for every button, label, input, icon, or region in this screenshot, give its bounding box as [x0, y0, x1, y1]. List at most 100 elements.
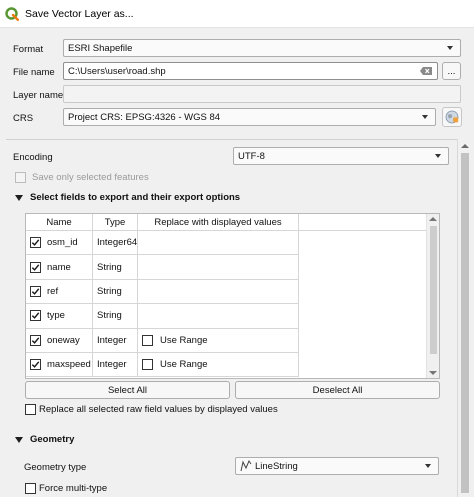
- name-cell[interactable]: oneway: [26, 328, 93, 352]
- field-name: maxspeed: [47, 359, 91, 371]
- replace-cell[interactable]: Use Range: [138, 353, 299, 377]
- field-checkbox[interactable]: [30, 285, 41, 297]
- field-name: osm_id: [47, 237, 78, 249]
- name-cell[interactable]: ref: [26, 279, 93, 304]
- collapse-triangle-icon: [15, 194, 23, 201]
- replace-all-label: Replace all selected raw field values by…: [39, 404, 278, 415]
- field-checkbox[interactable]: [30, 310, 41, 322]
- scroll-up-icon[interactable]: [429, 217, 437, 221]
- geometry-type-label: Geometry type: [24, 462, 87, 473]
- type-cell: Integer: [93, 328, 138, 352]
- geometry-section-title: Geometry: [30, 434, 75, 445]
- replace-cell[interactable]: Use Range: [138, 328, 299, 352]
- deselect-all-label: Deselect All: [312, 384, 363, 396]
- type-cell: String: [93, 304, 138, 328]
- title-bar: Save Vector Layer as...: [0, 0, 474, 28]
- format-value: ESRI Shapefile: [68, 42, 133, 54]
- file-name-label: File name: [13, 67, 55, 78]
- format-label: Format: [13, 44, 44, 55]
- field-name: ref: [47, 285, 59, 297]
- replace-cell[interactable]: [138, 231, 299, 255]
- deselect-all-button[interactable]: Deselect All: [235, 381, 440, 399]
- table-row[interactable]: osm_id Integer64: [26, 231, 299, 256]
- use-range-checkbox[interactable]: [142, 359, 153, 371]
- table-scrollbar[interactable]: [426, 214, 439, 378]
- save-only-selected-checkbox[interactable]: Save only selected features: [15, 172, 149, 183]
- force-multi-type-label: Force multi-type: [39, 483, 108, 494]
- name-cell[interactable]: type: [26, 304, 93, 328]
- field-checkbox[interactable]: [30, 334, 41, 346]
- save-only-selected-label: Save only selected features: [32, 172, 149, 183]
- linestring-icon: [240, 460, 252, 472]
- force-multi-type-checkbox[interactable]: Force multi-type: [25, 483, 107, 494]
- collapse-triangle-icon: [15, 436, 23, 443]
- type-cell: String: [93, 279, 138, 304]
- field-checkbox[interactable]: [30, 359, 41, 371]
- window-title: Save Vector Layer as...: [25, 7, 134, 20]
- crs-value: Project CRS: EPSG:4326 - WGS 84: [68, 111, 221, 123]
- crs-label: CRS: [13, 113, 34, 124]
- table-row[interactable]: type String: [26, 304, 299, 329]
- globe-icon: [445, 110, 459, 124]
- name-cell[interactable]: osm_id: [26, 231, 93, 255]
- use-range-label: Use Range: [160, 359, 208, 371]
- clear-icon[interactable]: [420, 67, 432, 75]
- chevron-down-icon: [422, 115, 428, 119]
- options-scrollbar[interactable]: [457, 139, 471, 497]
- table-row[interactable]: name String: [26, 255, 299, 280]
- replace-all-checkbox[interactable]: Replace all selected raw field values by…: [25, 404, 278, 415]
- use-range-label: Use Range: [160, 334, 208, 346]
- chevron-down-icon: [435, 154, 441, 158]
- browse-button-label: ...: [447, 65, 456, 77]
- type-cell: Integer64: [93, 231, 138, 255]
- column-header-replace[interactable]: Replace with displayed values: [138, 214, 299, 231]
- encoding-value: UTF-8: [238, 150, 265, 162]
- column-header-type[interactable]: Type: [93, 214, 138, 231]
- qgis-logo-icon: [5, 6, 19, 21]
- table-scrollbar-thumb[interactable]: [430, 226, 437, 354]
- scrollbar-thumb[interactable]: [461, 153, 469, 493]
- browse-button[interactable]: ...: [442, 62, 461, 80]
- name-cell[interactable]: name: [26, 255, 93, 279]
- table-row[interactable]: ref String: [26, 279, 299, 305]
- scroll-up-icon[interactable]: [461, 144, 469, 148]
- type-cell: Integer: [93, 353, 138, 377]
- scroll-down-icon[interactable]: [429, 371, 437, 375]
- geometry-section-header[interactable]: Geometry: [15, 434, 74, 445]
- file-name-field[interactable]: C:\Users\user\road.shp: [63, 62, 438, 80]
- table-header: Name Type Replace with displayed values: [26, 214, 439, 231]
- table-row[interactable]: maxspeed Integer Use Range: [26, 353, 299, 378]
- file-name-value: C:\Users\user\road.shp: [68, 65, 166, 77]
- select-all-label: Select All: [107, 384, 148, 396]
- layer-name-field[interactable]: [63, 85, 461, 103]
- layer-name-label: Layer name: [13, 90, 64, 101]
- use-range-checkbox[interactable]: [142, 334, 153, 346]
- field-checkbox[interactable]: [30, 237, 41, 249]
- geometry-type-combo[interactable]: LineString: [235, 457, 439, 475]
- name-cell[interactable]: maxspeed: [26, 353, 93, 377]
- fields-section-header[interactable]: Select fields to export and their export…: [15, 192, 240, 203]
- encoding-label: Encoding: [13, 152, 53, 163]
- field-checkbox[interactable]: [30, 261, 41, 273]
- replace-cell[interactable]: [138, 255, 299, 279]
- column-header-name[interactable]: Name: [26, 214, 93, 231]
- encoding-combo[interactable]: UTF-8: [233, 147, 449, 165]
- checkbox-icon: [25, 404, 36, 415]
- type-cell: String: [93, 255, 138, 279]
- fields-section-title: Select fields to export and their export…: [30, 192, 241, 203]
- geometry-type-value: LineString: [255, 460, 298, 472]
- field-name: oneway: [47, 334, 80, 346]
- chevron-down-icon: [425, 464, 431, 468]
- chevron-down-icon: [447, 46, 453, 50]
- select-all-button[interactable]: Select All: [25, 381, 230, 399]
- crs-select-button[interactable]: [442, 107, 462, 127]
- replace-cell[interactable]: [138, 304, 299, 328]
- field-name: name: [47, 261, 71, 273]
- table-row[interactable]: oneway Integer Use Range: [26, 328, 299, 353]
- fields-table[interactable]: Name Type Replace with displayed values …: [25, 213, 440, 379]
- checkbox-icon: [15, 172, 26, 183]
- field-name: type: [47, 310, 65, 322]
- replace-cell[interactable]: [138, 279, 299, 304]
- format-combo[interactable]: ESRI Shapefile: [63, 39, 461, 57]
- crs-combo[interactable]: Project CRS: EPSG:4326 - WGS 84: [63, 108, 436, 126]
